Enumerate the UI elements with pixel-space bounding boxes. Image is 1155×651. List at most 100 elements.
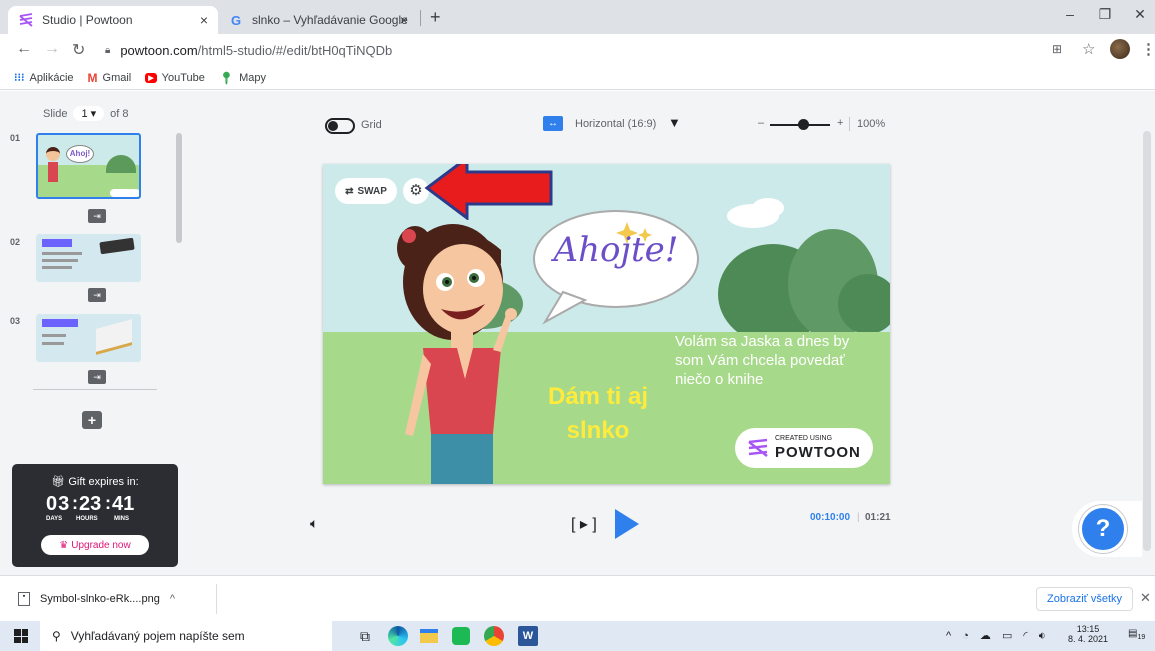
chrome-icon[interactable] — [484, 626, 504, 646]
thumb-title-bar — [42, 319, 78, 327]
download-divider — [216, 584, 217, 614]
slide-dropdown[interactable]: 1 ▾ — [73, 106, 105, 121]
youtube-icon: ▶ — [145, 72, 157, 83]
countdown-days: 03 — [46, 493, 71, 515]
tab-close-icon[interactable]: × — [400, 12, 408, 28]
tab-powtoon[interactable]: Studio | Powtoon × — [8, 6, 218, 34]
thumb-line — [42, 259, 78, 262]
slide-yellow-text[interactable]: Dám ti aj slnko — [523, 380, 673, 448]
add-slide-after-1-icon[interactable]: ⇥ — [88, 209, 106, 223]
close-window-button[interactable]: ✕ — [1125, 6, 1155, 23]
windows-start-icon[interactable] — [14, 629, 28, 643]
thumb-line — [42, 342, 64, 345]
bookmark-maps[interactable]: 📍︎ Mapy — [219, 71, 266, 85]
search-icon: ⚲ — [52, 629, 61, 643]
gift-icon: 🎁︎ — [51, 476, 69, 488]
canvas-area: Grid ↔ Horizontal (16:9) ▼ – + 100% ⇄ SW… — [183, 91, 1155, 575]
new-tab-button[interactable]: + — [430, 7, 441, 28]
slide-thumbnail-3[interactable] — [36, 314, 141, 362]
add-slide-button[interactable]: + — [82, 411, 102, 429]
slide-body-text[interactable]: Volám sa Jaska a dnes by som Vám chcela … — [675, 332, 880, 389]
bookmarks-bar: ⁝⁝⁝ Aplikácie M Gmail ▶ YouTube 📍︎ Mapy — [0, 66, 1155, 90]
show-all-downloads-button[interactable]: Zobraziť všetky — [1036, 587, 1134, 611]
url-domain: powtoon.com — [120, 42, 198, 58]
mins-label: MINS — [114, 516, 129, 522]
bookmark-star-icon[interactable]: ☆ — [1082, 40, 1095, 58]
download-item[interactable]: ▪ Symbol-slnko-eRk....png ^ — [10, 586, 210, 612]
zoom-plus-button[interactable]: + — [837, 117, 843, 129]
zoom-slider-handle[interactable] — [798, 119, 809, 130]
bookmark-label: Gmail — [102, 71, 132, 84]
panel-scrollbar[interactable] — [176, 133, 182, 243]
play-button[interactable] — [615, 509, 639, 539]
orientation-dropdown-icon[interactable]: ▼ — [668, 115, 681, 130]
thumb-book — [96, 319, 132, 355]
reload-icon[interactable]: ↻ — [72, 40, 85, 60]
swap-label: SWAP — [357, 185, 387, 197]
notification-center[interactable]: ▤19 — [1128, 628, 1145, 641]
task-view-icon[interactable]: ⧉ — [360, 628, 370, 645]
grid-toggle[interactable] — [325, 118, 355, 134]
thumb-bubble: Ahoj! — [66, 145, 94, 163]
thumb-badge — [110, 189, 139, 197]
countdown-sep: : — [72, 493, 78, 513]
file-explorer-icon[interactable] — [420, 629, 438, 643]
profile-avatar[interactable] — [1110, 39, 1130, 59]
restore-button[interactable]: ❐ — [1090, 6, 1120, 23]
slide-thumbnail-1[interactable]: Ahoj! — [36, 133, 141, 199]
volume-icon[interactable]: 🔈︎ — [310, 515, 318, 532]
upgrade-label: Upgrade now — [71, 539, 131, 551]
help-button[interactable]: ? — [1079, 505, 1127, 553]
minimize-button[interactable]: – — [1055, 6, 1085, 22]
spotify-icon[interactable] — [452, 627, 470, 645]
download-filename: Symbol-slnko-eRk....png — [40, 593, 160, 605]
canvas-scrollbar[interactable] — [1143, 131, 1151, 551]
slide-stage[interactable]: ⇄ SWAP ⚙ Ahojte! Volám sa Jaska a dnes by… — [323, 164, 890, 484]
close-download-bar-icon[interactable]: ✕ — [1140, 590, 1151, 606]
system-tray-icons[interactable]: ^ ◔ ☁ ▭ ◜ 🔉︎ — [946, 629, 1050, 643]
slide-current: 1 — [81, 108, 88, 120]
toggle-knob — [328, 121, 338, 131]
countdown-sep: : — [105, 493, 111, 513]
slide-total: of 8 — [110, 107, 129, 120]
swap-button[interactable]: ⇄ SWAP — [335, 178, 397, 204]
address-bar[interactable]: 🔒︎ powtoon.com /html5-studio/#/edit/btH0… — [105, 38, 1085, 62]
gift-countdown: 🎁︎ Gift expires in: 03 : 23 : 41 DAYS HO… — [12, 464, 178, 567]
tab-close-icon[interactable]: × — [200, 12, 208, 28]
zoom-minus-button[interactable]: – — [758, 117, 764, 129]
chevron-up-icon[interactable]: ^ — [170, 593, 175, 605]
orientation-label[interactable]: Horizontal (16:9) — [575, 118, 656, 130]
greeting-text[interactable]: Ahojte! — [551, 230, 681, 270]
browser-tab-strip: Studio | Powtoon × G slnko – Vyhľadávani… — [0, 0, 1155, 34]
powtoon-logo-icon — [748, 438, 768, 457]
tab-google[interactable]: G slnko – Vyhľadávanie Google × — [218, 6, 418, 34]
bookmark-label: Aplikácie — [29, 71, 74, 84]
powtoon-studio: Slide 1 ▾ of 8 01 Ahoj! ⇥ 02 ⇥ 03 ⇥ + 🎁︎… — [0, 91, 1155, 575]
play-from-here-icon[interactable]: [ ▸ ] — [571, 514, 597, 534]
bookmark-gmail[interactable]: M Gmail — [88, 71, 132, 85]
thumb-line — [42, 252, 82, 255]
slide-selector: Slide 1 ▾ of 8 — [43, 106, 129, 121]
time-current: 00:10:00 — [810, 512, 851, 523]
upgrade-button[interactable]: ♛ Upgrade now — [41, 535, 149, 555]
zoom-value: 100% — [857, 118, 886, 130]
browser-toolbar: ← → ↻ 🔒︎ powtoon.com /html5-studio/#/edi… — [0, 34, 1155, 66]
slide-label: Slide — [43, 107, 68, 120]
forward-arrow-icon[interactable]: → — [44, 40, 60, 58]
taskbar-search[interactable]: ⚲ Vyhľadávaný pojem napíšte sem — [40, 621, 332, 651]
clock[interactable]: 13:15 8. 4. 2021 — [1066, 624, 1110, 644]
add-slide-after-3-icon[interactable]: ⇥ — [88, 370, 106, 384]
hours-label: HOURS — [76, 516, 98, 522]
edge-icon[interactable] — [388, 626, 408, 646]
menu-kebab-icon[interactable]: ⋮ — [1141, 40, 1155, 58]
word-icon[interactable]: W — [518, 626, 538, 646]
bookmark-label: YouTube — [161, 71, 205, 84]
url-path: /html5-studio/#/edit/btH0qTiNQDb — [197, 42, 393, 58]
bookmark-youtube[interactable]: ▶ YouTube — [145, 72, 205, 84]
maps-pin-icon: 📍︎ — [218, 70, 235, 85]
back-arrow-icon[interactable]: ← — [16, 40, 32, 58]
bookmark-apps[interactable]: ⁝⁝⁝ Aplikácie — [14, 71, 74, 85]
translate-icon[interactable]: ⊞ — [1052, 42, 1062, 56]
add-slide-after-2-icon[interactable]: ⇥ — [88, 288, 106, 302]
slide-thumbnail-2[interactable] — [36, 234, 141, 282]
